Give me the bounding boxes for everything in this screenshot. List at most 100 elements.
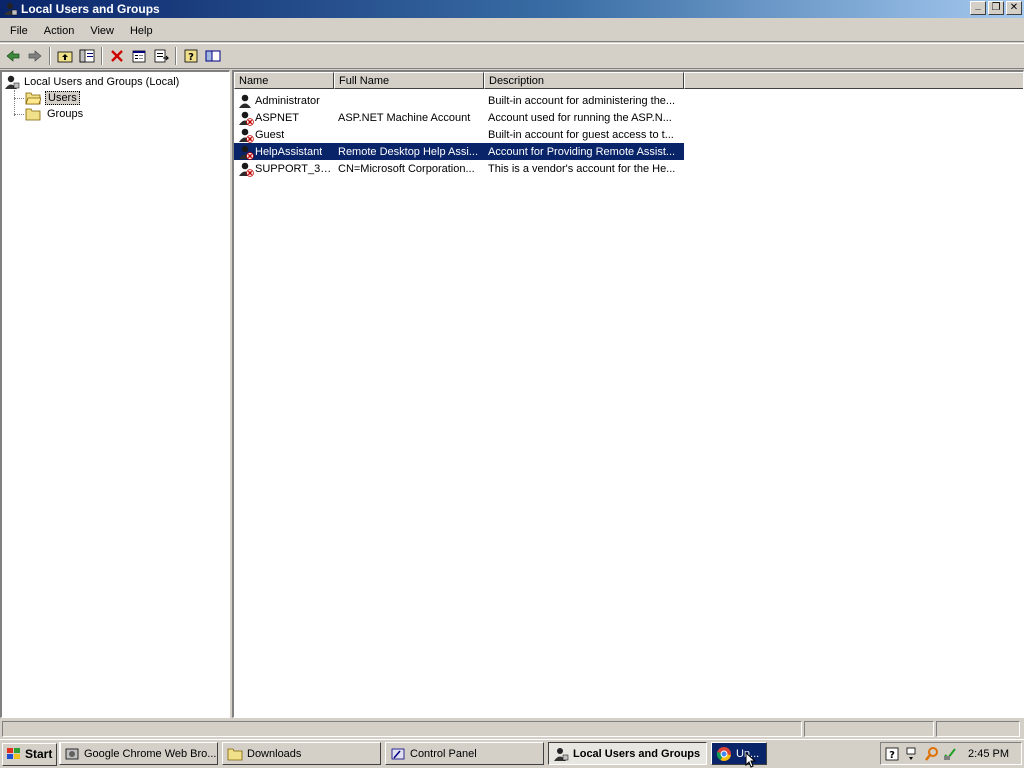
help-icon: ?	[184, 49, 198, 63]
minimize-icon: _	[975, 0, 981, 11]
user-name-cell: Guest	[234, 127, 334, 143]
tree-item-label: Groups	[47, 108, 84, 120]
delete-icon	[111, 50, 123, 62]
user-full-name: ASP.NET Machine Account	[338, 111, 471, 124]
user-name-cell: ASPNET	[234, 110, 334, 126]
task-chrome-window[interactable]: Un...	[711, 742, 767, 765]
taskbar: Start Google Chrome Web Bro... Downloads…	[0, 739, 1024, 768]
disabled-user-icon	[238, 127, 254, 143]
help-icon[interactable]: ?	[884, 746, 900, 762]
task-local-users-and-groups[interactable]: Local Users and Groups	[548, 742, 707, 765]
close-icon: ✕	[1009, 2, 1019, 13]
column-header-description[interactable]: Description	[484, 72, 684, 89]
task-label: Control Panel	[410, 747, 477, 760]
close-button[interactable]: ✕	[1006, 1, 1022, 15]
menu-file[interactable]: File	[2, 23, 36, 39]
start-label: Start	[25, 747, 53, 761]
user-description: This is a vendor's account for the He...	[488, 162, 676, 175]
user-row[interactable]: ASPNET ASP.NET Machine Account Account use…	[234, 109, 684, 126]
properties-icon	[132, 50, 146, 63]
user-name-cell: Administrator	[234, 93, 334, 109]
user-name-cell: SUPPORT_38...	[234, 161, 334, 177]
status-panel	[936, 721, 1020, 737]
chrome-icon	[716, 746, 731, 761]
minimize-button[interactable]: _	[970, 1, 986, 15]
clock[interactable]: 2:45 PM	[968, 748, 1009, 760]
console-tree-pane[interactable]: Local Users and Groups (Local) Users Gro…	[0, 70, 230, 718]
user-full-name: CN=Microsoft Corporation...	[338, 162, 475, 175]
tree-connector	[14, 90, 15, 116]
back-icon	[6, 50, 20, 62]
tree-item-label: Users	[45, 91, 80, 105]
users-icon	[554, 747, 569, 761]
toolbar-separator	[101, 47, 103, 65]
tree-connector	[14, 114, 24, 115]
user-icon	[238, 93, 254, 109]
svg-text:?: ?	[889, 750, 895, 761]
menu-view[interactable]: View	[82, 23, 122, 39]
properties-button[interactable]	[128, 45, 150, 67]
back-button[interactable]	[2, 45, 24, 67]
control-panel-icon	[391, 748, 405, 759]
forward-button[interactable]	[24, 45, 46, 67]
task-downloads[interactable]: Downloads	[222, 742, 381, 765]
search-icon[interactable]	[924, 746, 940, 762]
user-name: SUPPORT_38...	[255, 162, 334, 175]
help-button[interactable]: ?	[180, 45, 202, 67]
status-panel	[2, 721, 802, 737]
folder-open-icon	[25, 92, 41, 105]
export-list-icon	[154, 49, 169, 63]
task-label: Local Users and Groups	[573, 747, 701, 760]
user-row[interactable]: Administrator Built-in account for admini…	[234, 92, 684, 109]
task-chrome-web-browser[interactable]: Google Chrome Web Bro...	[59, 742, 218, 765]
restore-button[interactable]: ❐	[988, 1, 1004, 15]
up-folder-icon	[57, 51, 73, 63]
disabled-user-icon	[238, 110, 254, 126]
start-button[interactable]: Start	[2, 742, 57, 766]
users-snapin-icon	[2, 1, 18, 17]
system-tray: ? 2:45 PM	[880, 742, 1022, 765]
network-icon[interactable]	[904, 746, 920, 762]
user-name: ASPNET	[255, 111, 300, 124]
title-bar[interactable]: Local Users and Groups _ ❐ ✕	[0, 0, 1024, 18]
toolbar-separator	[49, 47, 51, 65]
details-list-pane[interactable]: Name Full Name Description Administrator…	[232, 70, 1024, 718]
folder-icon	[227, 748, 243, 760]
tree-root-node[interactable]: Local Users and Groups (Local)	[4, 74, 179, 90]
export-list-button[interactable]	[150, 45, 172, 67]
tree-item-groups[interactable]: Groups	[25, 106, 85, 122]
column-header-full-name[interactable]: Full Name	[334, 72, 484, 89]
user-description: Built-in account for administering the..…	[488, 94, 676, 107]
up-one-level-button[interactable]	[54, 45, 76, 67]
user-row[interactable]: HelpAssistant Remote Desktop Help Assi...…	[234, 143, 684, 160]
user-name: Guest	[255, 128, 285, 141]
column-header-name[interactable]: Name	[234, 72, 334, 89]
task-control-panel[interactable]: Control Panel	[385, 742, 544, 765]
restore-icon: ❐	[991, 2, 1001, 13]
users-snapin-icon	[5, 75, 20, 89]
show-hide-tree-button[interactable]	[76, 45, 98, 67]
disabled-user-icon	[238, 144, 254, 160]
tree-root-label: Local Users and Groups (Local)	[24, 76, 180, 88]
task-label: Downloads	[247, 747, 302, 760]
user-row[interactable]: Guest Built-in account for guest access t…	[234, 126, 684, 143]
svg-text:?: ?	[188, 52, 194, 63]
user-name: Administrator	[255, 94, 320, 107]
show-hide-tree-icon	[79, 49, 95, 63]
user-name-cell: HelpAssistant	[234, 144, 334, 160]
delete-button[interactable]	[106, 45, 128, 67]
menu-bar: File Action View Help	[0, 20, 1024, 42]
menu-action[interactable]: Action	[36, 23, 83, 39]
console-tree-button[interactable]	[202, 45, 224, 67]
user-description: Account for Providing Remote Assist...	[488, 145, 676, 158]
forward-icon	[28, 50, 42, 62]
tree-item-users[interactable]: Users	[25, 90, 80, 106]
user-row[interactable]: SUPPORT_38... CN=Microsoft Corporation...…	[234, 160, 684, 177]
security-icon[interactable]	[942, 746, 958, 762]
user-name: HelpAssistant	[255, 145, 323, 158]
menu-help[interactable]: Help	[122, 23, 161, 39]
window-title: Local Users and Groups	[21, 2, 160, 16]
tree-connector	[14, 98, 24, 99]
toolbar: ?	[0, 43, 1024, 69]
mouse-cursor-icon	[745, 752, 757, 768]
